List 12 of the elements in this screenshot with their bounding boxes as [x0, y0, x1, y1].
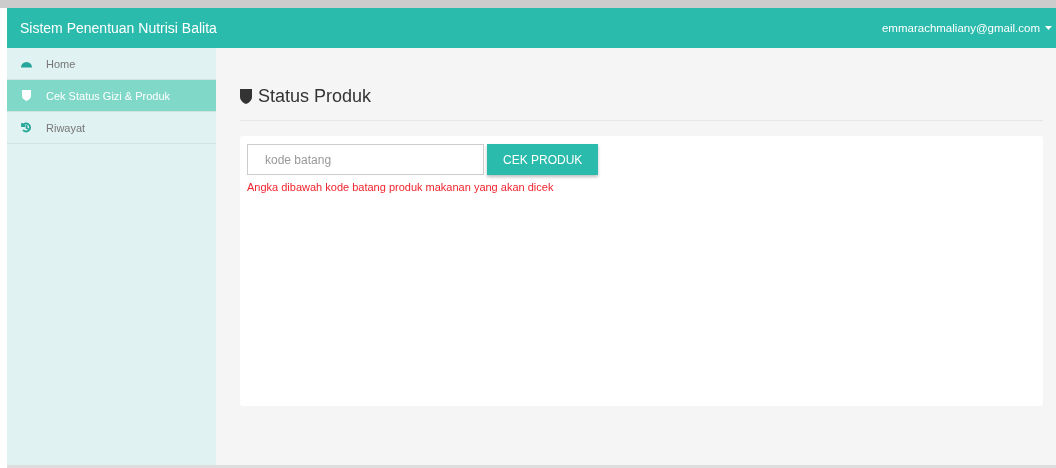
barcode-input[interactable]: kode batang — [247, 144, 484, 175]
hint-text: Angka dibawah kode batang produk makanan yang akan dicek — [247, 181, 555, 193]
dashboard-icon — [20, 59, 33, 68]
caret-icon — [1045, 26, 1052, 30]
user-menu[interactable]: emmarachmaliany@gmail.com — [881, 22, 1052, 34]
shield-icon — [20, 90, 33, 101]
check-product-button[interactable]: CEK PRODUK — [487, 144, 599, 175]
sidebar-item[interactable]: Cek Status Gizi & Produk — [7, 80, 216, 112]
shield-icon — [240, 89, 252, 104]
app-title: Sistem Penentuan Nutrisi Balita — [20, 20, 217, 36]
history-icon — [20, 122, 33, 133]
page-title: Status Produk — [258, 86, 372, 107]
